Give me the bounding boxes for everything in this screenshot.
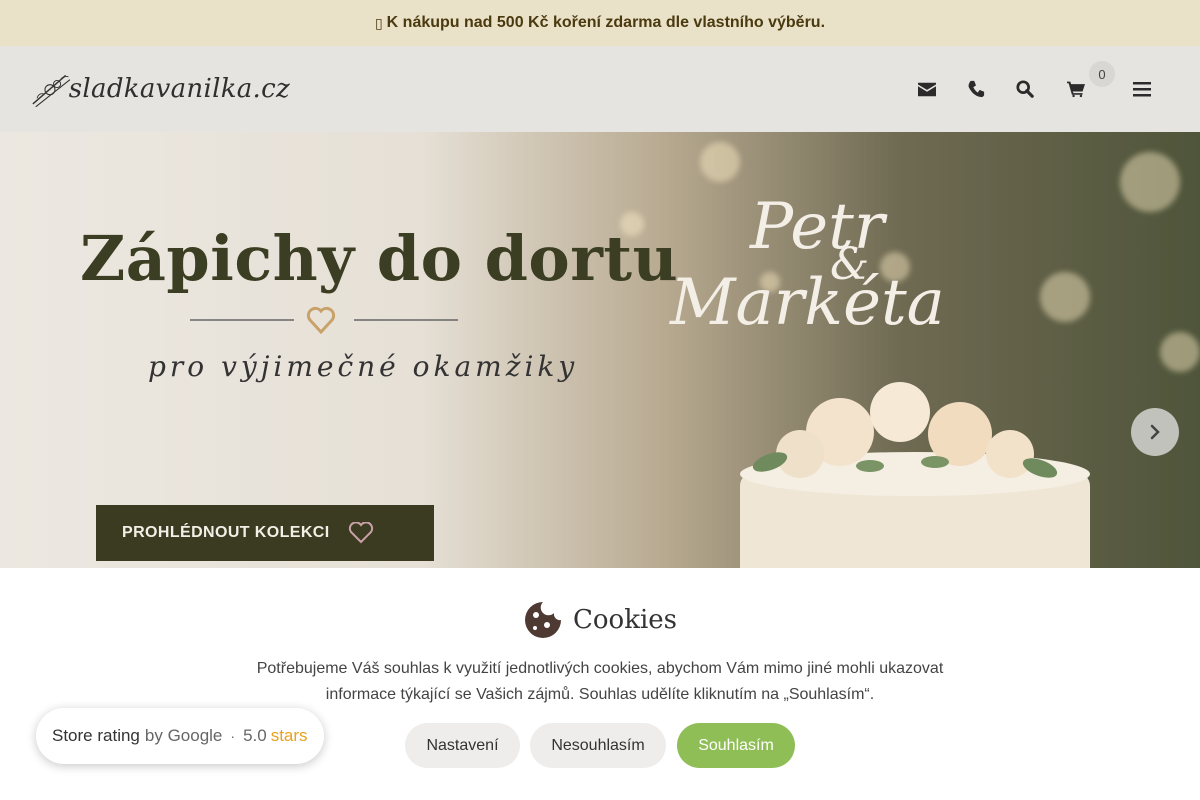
topper-name-2: Markéta xyxy=(670,266,945,340)
rating-stars: stars xyxy=(270,726,308,745)
cookie-decline-button[interactable]: Nesouhlasím xyxy=(530,723,666,768)
wedding-cake-image xyxy=(740,382,1090,568)
site-header: sladkavanilka.cz xyxy=(0,46,1200,132)
logo[interactable]: sladkavanilka.cz xyxy=(30,62,290,116)
search-icon[interactable] xyxy=(1012,76,1038,102)
menu-icon[interactable] xyxy=(1129,76,1155,102)
hero-title: Zápichy do dortu xyxy=(80,222,679,295)
cookie-heading: Cookies xyxy=(0,600,1200,640)
cake-topper-names: Petr & Markéta xyxy=(670,190,1000,360)
cookie-accept-button[interactable]: Souhlasím xyxy=(677,723,795,768)
cookie-description: Potřebujeme Váš souhlas k využití jednot… xyxy=(256,660,944,703)
rating-source: by Google xyxy=(144,726,223,745)
view-collection-button[interactable]: PROHLÉDNOUT KOLEKCI xyxy=(96,505,434,561)
hero-banner: Zápichy do dortu pro výjimečné okamžiky … xyxy=(0,132,1200,568)
heart-divider-icon xyxy=(190,306,458,334)
chevron-right-icon xyxy=(1150,424,1160,440)
view-collection-label: PROHLÉDNOUT KOLEKCI xyxy=(122,524,330,541)
logo-text: sladkavanilka.cz xyxy=(68,74,290,104)
envelope-icon[interactable] xyxy=(914,76,940,102)
rating-separator: · xyxy=(230,728,236,744)
cookie-consent-panel: Cookies Potřebujeme Váš souhlas k využit… xyxy=(0,568,1200,800)
store-rating-badge[interactable]: Store rating by Google · 5.0 stars xyxy=(36,708,324,764)
cart-count-badge: 0 xyxy=(1089,61,1115,87)
rating-label: Store rating xyxy=(52,726,140,745)
phone-icon[interactable] xyxy=(963,76,989,102)
gift-icon: ▯ xyxy=(374,14,383,31)
cookie-title: Cookies xyxy=(573,605,677,635)
heart-icon xyxy=(348,522,373,544)
cart-icon[interactable] xyxy=(1063,76,1089,102)
hero-subtitle: pro výjimečné okamžiky xyxy=(148,350,579,383)
vanilla-flower-icon xyxy=(32,74,71,108)
cookie-settings-button[interactable]: Nastavení xyxy=(405,723,520,768)
announcement-bar: ▯ K nákupu nad 500 Kč koření zdarma dle … xyxy=(0,0,1200,46)
slider-next-button[interactable] xyxy=(1131,408,1179,456)
rating-score: 5.0 xyxy=(243,726,267,745)
announcement-text: K nákupu nad 500 Kč koření zdarma dle vl… xyxy=(386,14,826,31)
cookie-icon xyxy=(525,602,561,638)
